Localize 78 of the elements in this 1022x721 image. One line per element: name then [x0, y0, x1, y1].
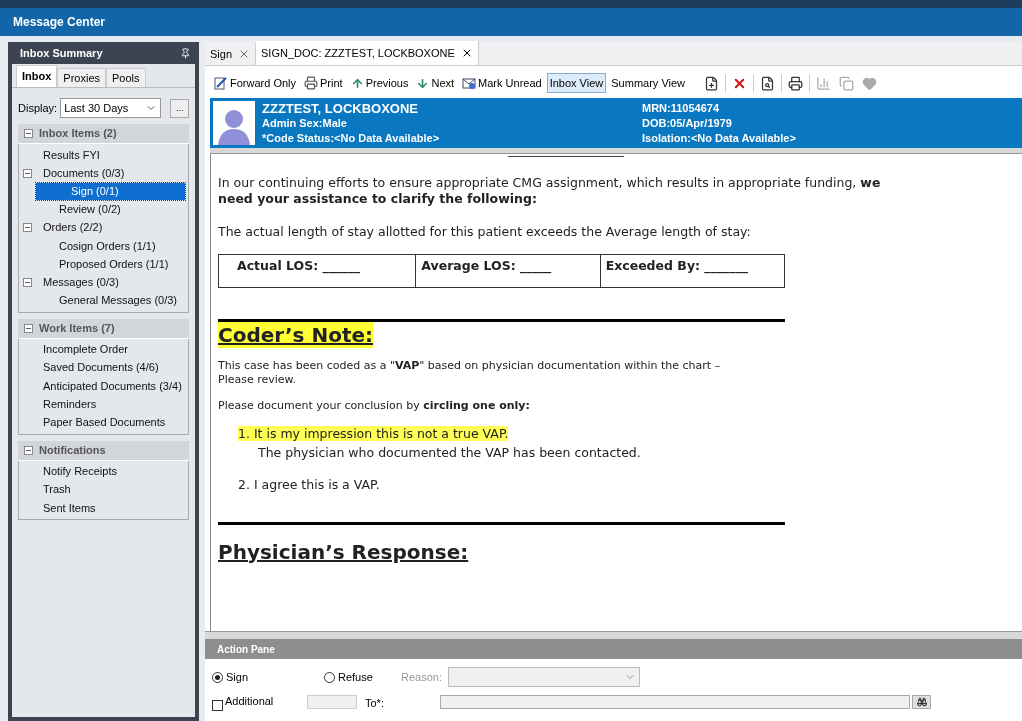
- collapse-icon[interactable]: [23, 223, 32, 233]
- option-text: 1. It is my impression this is not a true VAP.: [238, 426, 509, 442]
- toolbar-button[interactable]: Mark Unread: [459, 73, 545, 93]
- collapse-icon[interactable]: [23, 277, 32, 287]
- collapse-icon[interactable]: [23, 168, 32, 178]
- to-label: To*:: [365, 696, 385, 711]
- los-sentence: The actual length of stay allotted for this patient exceeds the Average length of stay:: [218, 223, 752, 241]
- tree-item[interactable]: Saved Documents (4/6): [38, 359, 164, 377]
- option-text: 2. I agree this is a VAP.: [238, 476, 380, 492]
- tree-item[interactable]: Results FYI: [38, 146, 105, 164]
- table-cell: Average LOS: _____: [416, 254, 601, 287]
- section-header[interactable]: Inbox Items (2): [18, 124, 189, 144]
- patient-detail: *Code Status:<No Data Available>: [262, 130, 441, 146]
- instruction-text: Please document your conclusion by circling one only:: [218, 397, 531, 414]
- tree-item[interactable]: Documents (0/3): [38, 164, 130, 182]
- tree-item[interactable]: Review (0/2): [54, 201, 126, 219]
- document-tab[interactable]: SIGN_DOC: ZZZTEST, LOCKBOXONE: [256, 41, 479, 65]
- tree-item[interactable]: Cosign Orders (1/1): [54, 237, 161, 255]
- up-arrow-icon: [350, 76, 364, 90]
- table-cell: Actual LOS: ______: [219, 254, 417, 287]
- case-paragraph: This case has been coded as a "VAP" based on physician documentation within the chart – Please review.: [218, 358, 722, 387]
- printer-icon: [304, 76, 319, 90]
- intro-paragraph: In our continuing efforts to ensure appropriate CMG assignment, which results in appropriate funding, we need your assistance to clarify the following:: [218, 175, 882, 207]
- physician-response-heading: Physician’s Response:: [218, 538, 469, 565]
- envelope-icon: [462, 76, 477, 90]
- toolbar-button[interactable]: Previous: [347, 73, 412, 93]
- forward-icon: [214, 76, 228, 90]
- section-title: Inbox Items (2): [39, 126, 117, 142]
- table-cell-text: Exceeded By: _______: [604, 256, 750, 276]
- section-title: Work Items (7): [39, 320, 115, 336]
- window-title: Message Center: [13, 14, 106, 31]
- option-note: The physician who documented the VAP has been contacted.: [257, 444, 642, 462]
- toolbar-button[interactable]: Forward Only: [211, 73, 300, 93]
- radio-option[interactable]: Sign: [212, 668, 324, 686]
- additional-checkbox-option[interactable]: Additional: [212, 695, 307, 711]
- patient-name: ZZZTEST, LOCKBOXONE: [262, 100, 419, 116]
- down-arrow-icon: [416, 76, 430, 90]
- toolbar-button[interactable]: Inbox View: [546, 73, 607, 93]
- patient-detail: Isolation:<No Data Available>: [642, 130, 796, 146]
- display-label: Display:: [18, 100, 58, 116]
- collapse-icon[interactable]: [24, 129, 33, 138]
- patient-detail: DOB:05/Apr/1979: [642, 115, 733, 131]
- section-header[interactable]: Notifications: [18, 440, 189, 461]
- reason-label: Reason:: [401, 669, 442, 685]
- tree-item[interactable]: Sign (0/1): [36, 182, 185, 200]
- pin-icon[interactable]: [180, 47, 191, 59]
- action-pane-title: Action Pane: [217, 642, 275, 657]
- toolbar-button[interactable]: Print: [301, 73, 346, 93]
- tree-item[interactable]: Trash: [38, 481, 76, 499]
- panel-tab[interactable]: Pools: [106, 68, 146, 87]
- collapse-icon[interactable]: [24, 323, 33, 333]
- toolbar-button[interactable]: Summary View: [608, 73, 689, 93]
- more-button[interactable]: ...: [170, 98, 189, 118]
- patient-detail: Admin Sex:Male: [262, 115, 348, 131]
- collapse-icon[interactable]: [24, 445, 33, 455]
- section-header[interactable]: Work Items (7): [18, 318, 189, 339]
- search-button[interactable]: [912, 695, 931, 709]
- tree-item[interactable]: Reminders: [38, 395, 102, 413]
- tree-item[interactable]: Anticipated Documents (3/4): [38, 377, 187, 395]
- panel-title: Inbox Summary: [20, 45, 103, 61]
- tree-item[interactable]: Incomplete Order: [38, 341, 133, 359]
- tree-item[interactable]: Paper Based Documents: [38, 414, 171, 432]
- panel-tab[interactable]: Inbox: [16, 65, 58, 87]
- section-title: Notifications: [39, 442, 106, 458]
- tree-item[interactable]: Notify Receipts: [38, 463, 122, 481]
- tree-item[interactable]: Proposed Orders (1/1): [54, 255, 174, 273]
- tree-item[interactable]: Messages (0/3): [38, 273, 124, 291]
- patient-detail: MRN:11054674: [642, 100, 721, 116]
- toolbar-button[interactable]: Next: [413, 73, 458, 93]
- tree-item[interactable]: Sent Items: [38, 499, 101, 517]
- panel-tab[interactable]: Proxies: [57, 68, 107, 87]
- tree-item[interactable]: General Messages (0/3): [54, 292, 182, 310]
- to-field[interactable]: [440, 695, 910, 709]
- checkbox[interactable]: [212, 700, 223, 711]
- radio-option[interactable]: Refuse: [324, 668, 401, 686]
- tree-item[interactable]: Orders (2/2): [38, 219, 108, 237]
- display-dropdown[interactable]: Last 30 Days: [60, 98, 162, 118]
- coder-note-heading: Coder’s Note:: [218, 321, 374, 348]
